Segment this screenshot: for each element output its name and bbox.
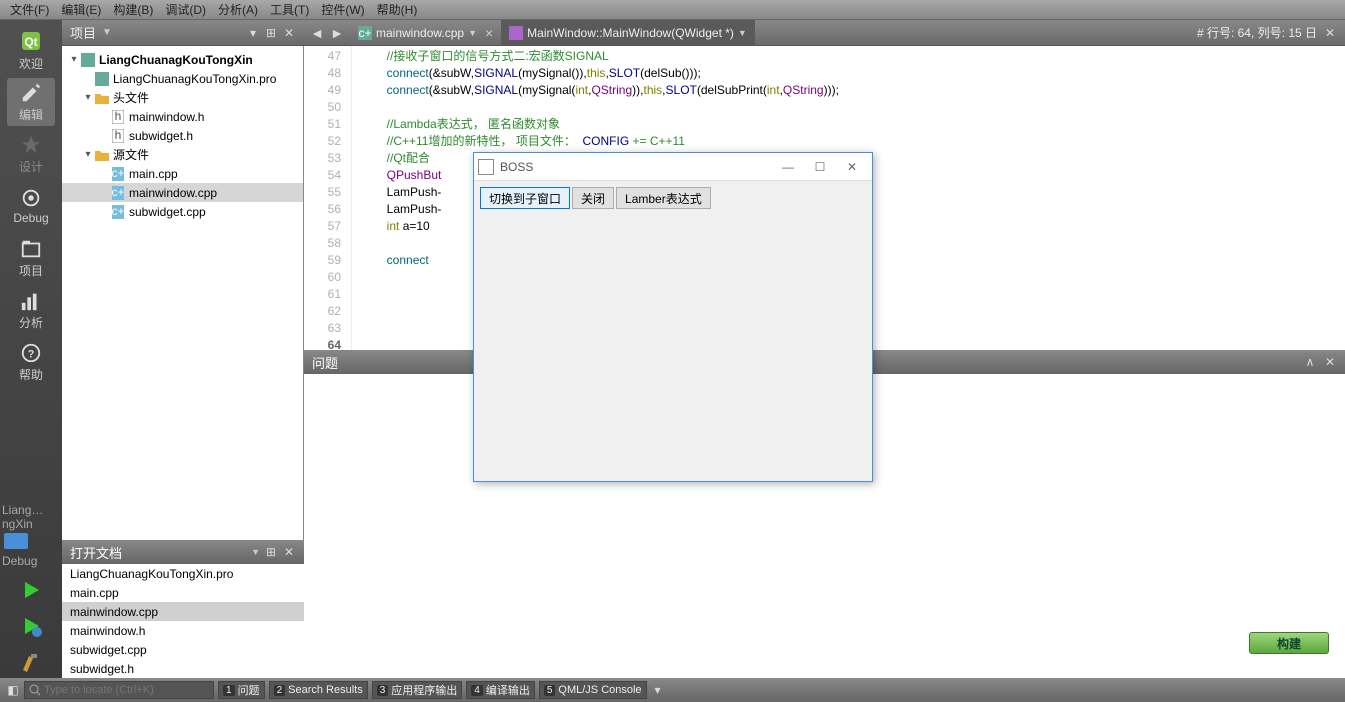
mode-project[interactable]: 项目 <box>7 234 55 282</box>
project-panel-header: 项目 ▼ ▾ ⊞ ✕ <box>62 20 304 46</box>
cursor-position: # 行号: 64, 列号: 15 日 <box>1197 24 1317 41</box>
kit-selector[interactable]: Liang…ngXin Debug <box>0 501 62 570</box>
tree-pro-file[interactable]: LiangChuanagKouTongXin.pro <box>62 69 303 88</box>
menu-widgets[interactable]: 控件(W) <box>315 0 370 20</box>
output-tab[interactable]: 1问题 <box>218 681 265 699</box>
output-tab[interactable]: 5QML/JS Console <box>539 681 647 699</box>
svg-text:c+: c+ <box>112 167 124 180</box>
menu-analyze[interactable]: 分析(A) <box>212 0 264 20</box>
mode-welcome[interactable]: Qt 欢迎 <box>7 26 55 74</box>
open-doc-item[interactable]: mainwindow.cpp <box>62 602 304 621</box>
close-tab-icon[interactable]: × <box>485 25 493 41</box>
window-icon <box>478 159 494 175</box>
locator[interactable] <box>24 681 214 699</box>
close-window-icon[interactable]: ✕ <box>836 156 868 178</box>
tree-header-file[interactable]: hsubwidget.h <box>62 126 303 145</box>
output-tab[interactable]: 2Search Results <box>269 681 368 699</box>
menu-tools[interactable]: 工具(T) <box>264 0 315 20</box>
tree-source-file[interactable]: c+subwidget.cpp <box>62 202 303 221</box>
build-progress-button[interactable]: 构建 <box>1249 632 1329 654</box>
status-bar: ◧ 1问题2Search Results3应用程序输出4编译输出5QML/JS … <box>0 678 1345 702</box>
nav-fwd-icon[interactable]: ► <box>328 24 346 42</box>
run-debug-button[interactable] <box>15 610 47 642</box>
svg-text:h: h <box>115 129 122 142</box>
close-problems-icon[interactable]: ✕ <box>1323 355 1337 369</box>
mode-edit[interactable]: 编辑 <box>7 78 55 126</box>
open-doc-item[interactable]: LiangChuanagKouTongXin.pro <box>62 564 304 583</box>
close-editor-icon[interactable]: ✕ <box>1323 26 1337 40</box>
tree-source-file[interactable]: c+main.cpp <box>62 164 303 183</box>
tree-headers-folder[interactable]: ▾头文件 <box>62 88 303 107</box>
open-doc-item[interactable]: mainwindow.h <box>62 621 304 640</box>
symbol-crumb[interactable]: MainWindow::MainWindow(QWidget *) ▼ <box>501 20 755 46</box>
sidebar-toggle-icon[interactable]: ◧ <box>6 683 20 697</box>
project-tree: ▾LiangChuanagKouTongXin LiangChuanagKouT… <box>62 46 303 540</box>
locator-input[interactable] <box>44 684 209 696</box>
cpp-file-icon: c+ <box>358 26 372 40</box>
minimize-icon[interactable]: ∧ <box>1303 355 1317 369</box>
tree-sources-folder[interactable]: ▾源文件 <box>62 145 303 164</box>
output-menu-icon[interactable]: ▾ <box>651 683 665 697</box>
minimize-window-icon[interactable]: — <box>772 156 804 178</box>
run-button[interactable] <box>15 574 47 606</box>
menu-file[interactable]: 文件(F) <box>4 0 55 20</box>
open-doc-item[interactable]: subwidget.cpp <box>62 640 304 659</box>
tree-header-file[interactable]: hmainwindow.h <box>62 107 303 126</box>
menu-build[interactable]: 构建(B) <box>107 0 159 20</box>
split-icon[interactable]: ⊞ <box>264 26 278 40</box>
open-doc-item[interactable]: main.cpp <box>62 583 304 602</box>
build-button-icon[interactable] <box>15 646 47 678</box>
close-panel-icon[interactable]: ✕ <box>282 26 296 40</box>
editor-toolbar: ◄ ► c+ mainwindow.cpp ▼ × MainWindow::Ma… <box>304 20 1345 46</box>
maximize-window-icon[interactable]: ☐ <box>804 156 836 178</box>
mode-help[interactable]: ? 帮助 <box>7 338 55 386</box>
function-icon <box>509 26 523 40</box>
mode-debug[interactable]: Debug <box>7 182 55 230</box>
file-tab[interactable]: c+ mainwindow.cpp ▼ × <box>350 20 501 46</box>
svg-text:Qt: Qt <box>24 35 37 49</box>
popup-titlebar[interactable]: BOSS — ☐ ✕ <box>474 153 872 181</box>
tree-source-file[interactable]: c+mainwindow.cpp <box>62 183 303 202</box>
svg-text:c+: c+ <box>358 26 371 40</box>
menu-debug[interactable]: 调试(D) <box>159 0 212 20</box>
open-doc-item[interactable]: subwidget.h <box>62 659 304 678</box>
nav-back-icon[interactable]: ◄ <box>308 24 326 42</box>
search-icon <box>29 684 40 696</box>
app-window-boss: BOSS — ☐ ✕ 切换到子窗口 关闭 Lamber表达式 <box>473 152 873 482</box>
menu-bar: 文件(F) 编辑(E) 构建(B) 调试(D) 分析(A) 工具(T) 控件(W… <box>0 0 1345 20</box>
mode-design[interactable]: 设计 <box>7 130 55 178</box>
filter-icon[interactable]: ▾ <box>246 26 260 40</box>
mode-analyze[interactable]: 分析 <box>7 286 55 334</box>
tree-root[interactable]: ▾LiangChuanagKouTongXin <box>62 50 303 69</box>
lambda-expr-button[interactable]: Lamber表达式 <box>616 187 711 209</box>
close-panel-icon[interactable]: ✕ <box>282 545 296 559</box>
svg-text:c+: c+ <box>112 186 124 199</box>
output-tab[interactable]: 4编译输出 <box>466 681 535 699</box>
svg-text:c+: c+ <box>112 205 124 218</box>
split-icon[interactable]: ⊞ <box>264 545 278 559</box>
svg-text:h: h <box>115 110 122 123</box>
menu-help[interactable]: 帮助(H) <box>371 0 424 20</box>
output-tab[interactable]: 3应用程序输出 <box>372 681 463 699</box>
close-button[interactable]: 关闭 <box>572 187 614 209</box>
menu-edit[interactable]: 编辑(E) <box>55 0 107 20</box>
open-documents-panel: 打开文档 ▼ ⊞ ✕ LiangChuanagKouTongXin.promai… <box>62 540 304 678</box>
svg-text:?: ? <box>28 348 35 360</box>
mode-sidebar: Qt 欢迎 编辑 设计 Debug 项目 分析 ? 帮助 Liang…n <box>0 20 62 678</box>
switch-subwindow-button[interactable]: 切换到子窗口 <box>480 187 570 209</box>
